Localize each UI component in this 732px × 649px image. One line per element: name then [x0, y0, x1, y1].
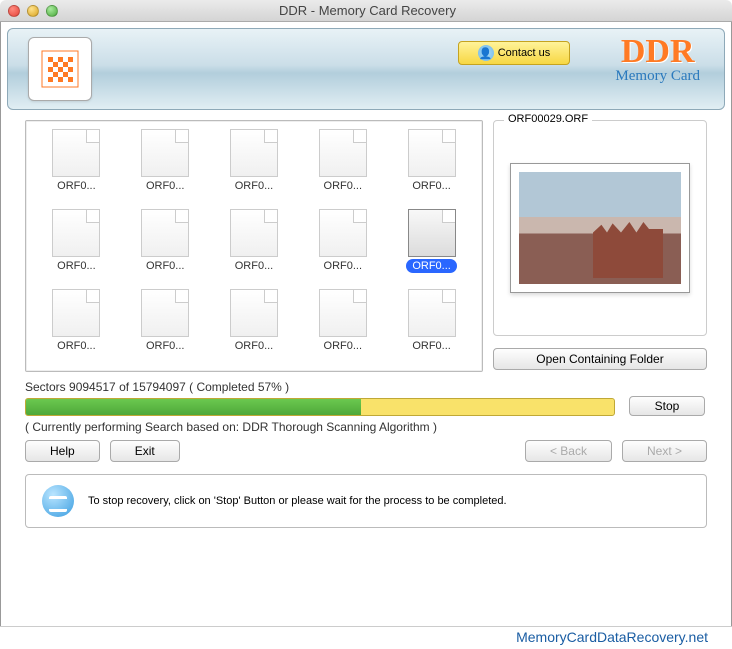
header-banner: 👤 Contact us DDR Memory Card: [7, 28, 725, 110]
close-icon[interactable]: [8, 5, 20, 17]
file-icon: [230, 289, 278, 337]
file-item[interactable]: ORF0...: [387, 209, 476, 289]
person-icon: 👤: [478, 45, 494, 61]
preview-image: [519, 172, 681, 284]
file-label: ORF0...: [51, 339, 102, 353]
window-title: DDR - Memory Card Recovery: [58, 3, 677, 18]
next-button[interactable]: Next >: [622, 440, 707, 462]
file-item[interactable]: ORF0...: [387, 289, 476, 369]
file-label: ORF0...: [140, 339, 191, 353]
file-label: ORF0...: [406, 339, 457, 353]
file-item[interactable]: ORF0...: [298, 289, 387, 369]
app-window: 👤 Contact us DDR Memory Card ORF0...ORF0…: [0, 22, 732, 627]
titlebar: DDR - Memory Card Recovery: [0, 0, 732, 22]
file-label: ORF0...: [51, 179, 102, 193]
algorithm-text: ( Currently performing Search based on: …: [25, 420, 707, 434]
file-icon: [141, 209, 189, 257]
file-label: ORF0...: [229, 339, 280, 353]
file-item[interactable]: ORF0...: [121, 129, 210, 209]
file-item[interactable]: ORF0...: [210, 129, 299, 209]
brand-subtitle: Memory Card: [615, 68, 700, 85]
file-icon: [319, 289, 367, 337]
file-label: ORF0...: [229, 179, 280, 193]
info-message: To stop recovery, click on 'Stop' Button…: [88, 495, 507, 507]
file-icon: [408, 129, 456, 177]
file-icon: [230, 209, 278, 257]
file-icon: [141, 129, 189, 177]
progress-bar: [25, 398, 615, 416]
sector-progress-text: Sectors 9094517 of 15794097 ( Completed …: [25, 380, 289, 394]
file-label: ORF0...: [406, 259, 457, 273]
contact-us-button[interactable]: 👤 Contact us: [458, 41, 570, 65]
stop-button[interactable]: Stop: [629, 396, 705, 416]
file-item[interactable]: ORF0...: [121, 209, 210, 289]
file-item[interactable]: ORF0...: [32, 129, 121, 209]
preview-filename: ORF00029.ORF: [504, 113, 592, 125]
zoom-icon[interactable]: [46, 5, 58, 17]
main-body: ORF0... ORF0... ORF0... ORF0... ORF0... ORF0.…: [7, 110, 725, 528]
file-item[interactable]: ORF0...: [298, 129, 387, 209]
file-item[interactable]: ORF0...: [121, 289, 210, 369]
middle-row: ORF0... ORF0... ORF0... ORF0... ORF0... ORF0.…: [25, 120, 707, 372]
file-label: ORF0...: [318, 259, 369, 273]
help-button[interactable]: Help: [25, 440, 100, 462]
logo-button[interactable]: [28, 37, 92, 101]
nav-row: Help Exit < Back Next >: [25, 440, 707, 462]
file-label: ORF0...: [140, 179, 191, 193]
open-containing-folder-button[interactable]: Open Containing Folder: [493, 348, 707, 370]
file-item[interactable]: ORF0...: [387, 129, 476, 209]
preview-group: ORF00029.ORF: [493, 120, 707, 336]
file-icon: [52, 289, 100, 337]
brand-title: DDR: [615, 37, 700, 68]
file-icon: [52, 129, 100, 177]
traffic-lights: [8, 5, 58, 17]
app-logo-icon: [38, 47, 82, 91]
progress-area: Sectors 9094517 of 15794097 ( Completed …: [25, 380, 707, 528]
progress-fill: [26, 399, 361, 415]
preview-column: ORF00029.ORF Open Containing Folder: [493, 120, 707, 372]
preview-frame: [510, 163, 690, 293]
info-box: To stop recovery, click on 'Stop' Button…: [25, 474, 707, 528]
file-label: ORF0...: [140, 259, 191, 273]
file-icon: [52, 209, 100, 257]
file-icon: [408, 209, 456, 257]
minimize-icon[interactable]: [27, 5, 39, 17]
file-item[interactable]: ORF0...: [210, 209, 299, 289]
info-icon: [42, 485, 74, 517]
brand-block: DDR Memory Card: [615, 37, 700, 85]
file-icon: [141, 289, 189, 337]
file-icon: [319, 129, 367, 177]
exit-button[interactable]: Exit: [110, 440, 180, 462]
footer-url: MemoryCardDataRecovery.net: [0, 626, 732, 645]
file-label: ORF0...: [318, 179, 369, 193]
file-label: ORF0...: [406, 179, 457, 193]
contact-label: Contact us: [498, 47, 551, 59]
file-item[interactable]: ORF0...: [32, 209, 121, 289]
back-button[interactable]: < Back: [525, 440, 612, 462]
file-label: ORF0...: [51, 259, 102, 273]
file-label: ORF0...: [229, 259, 280, 273]
file-item[interactable]: ORF0...: [32, 289, 121, 369]
file-list-panel[interactable]: ORF0... ORF0... ORF0... ORF0... ORF0... ORF0.…: [25, 120, 483, 372]
file-icon: [408, 289, 456, 337]
file-label: ORF0...: [318, 339, 369, 353]
file-icon: [230, 129, 278, 177]
file-item[interactable]: ORF0...: [298, 209, 387, 289]
file-icon: [319, 209, 367, 257]
file-item[interactable]: ORF0...: [210, 289, 299, 369]
